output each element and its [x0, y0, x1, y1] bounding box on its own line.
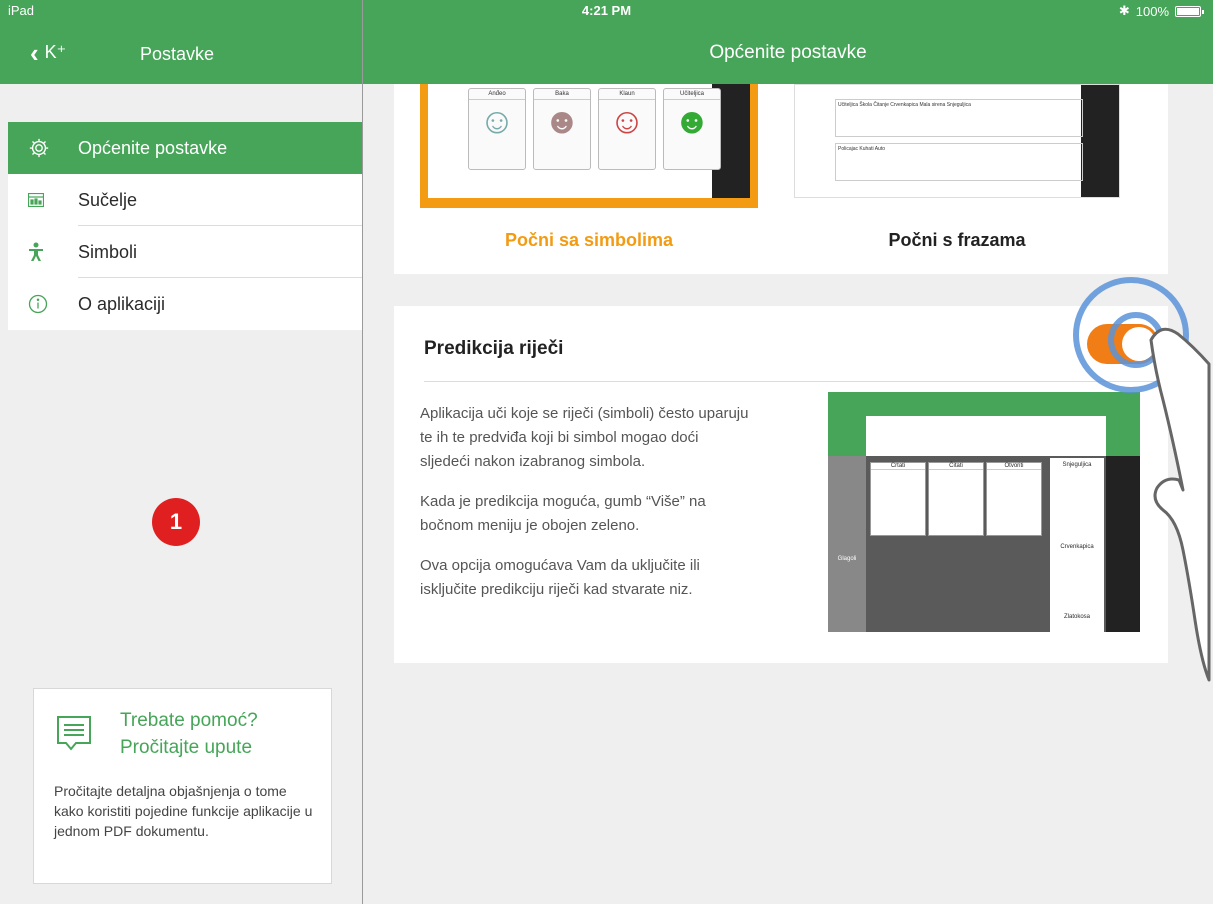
back-button[interactable]: ‹ K⁺: [30, 37, 67, 68]
angel-symbol: ☺: [478, 100, 516, 141]
sidebar-item-label: Sučelje: [78, 189, 138, 210]
sidebar-nav-bar: ‹ K⁺ Postavke: [0, 22, 362, 84]
sidebar-item-symbols[interactable]: Simboli: [8, 226, 362, 278]
pointing-hand-icon: [1149, 327, 1211, 682]
screenshot-cell: Čitati: [928, 462, 984, 536]
phrase-word: Kuhati: [859, 146, 874, 152]
battery-indicator: ✱ 100%: [1118, 3, 1204, 19]
help-title[interactable]: Trebate pomoć? Pročitajte upute: [120, 707, 300, 761]
start-with-phrases-label[interactable]: Počni s frazama: [794, 230, 1120, 251]
symbol-cell-label: Učiteljica: [664, 89, 720, 100]
phrase-word: Snjeguljica: [946, 102, 971, 108]
phrase-word: Auto: [874, 146, 886, 152]
word-prediction-title: Predikcija riječi: [424, 338, 564, 359]
phrase-word: Čitanje: [873, 102, 889, 108]
sidebar: Općenite postavke Sučelje Simboli O apli…: [0, 84, 362, 904]
word-prediction-card: Predikcija riječi Aplikacija uči koje se…: [394, 306, 1168, 663]
symbol-cell: Anđeo ☺: [468, 88, 526, 170]
screenshot-cell-label: Čitati: [929, 463, 983, 470]
battery-icon: [1175, 5, 1204, 17]
screenshot-side-menu: [1106, 456, 1140, 632]
phrase-word: Policajac: [838, 146, 859, 152]
sidebar-item-interface[interactable]: Sučelje: [8, 174, 362, 226]
phrase-word: Crvenkapica: [890, 102, 919, 108]
grandma-symbol: ☻: [543, 100, 581, 141]
bluetooth-icon: ✱: [1118, 3, 1130, 18]
description-paragraph: Kada je predikcija moguća, gumb “Više” n…: [420, 493, 706, 534]
symbol-cell: Učiteljica ☻: [663, 88, 721, 170]
battery-percent: 100%: [1135, 3, 1169, 19]
sidebar-item-label: Simboli: [78, 241, 138, 262]
symbol-cell-label: Klaun: [599, 89, 655, 100]
sidebar-item-about[interactable]: O aplikaciji: [8, 278, 362, 330]
interface-icon: [28, 193, 68, 207]
screenshot-cell: Otvoriti: [986, 462, 1042, 536]
phrase-word: Škola: [859, 102, 872, 108]
sidebar-item-label: O aplikaciji: [78, 293, 166, 314]
teacher-symbol: ☻: [673, 100, 711, 141]
start-with-symbols-option[interactable]: Anđeo ☺ Baka ☻ Klaun ☺ Učiteljica ☻: [420, 84, 758, 208]
status-bar: iPad 4:21 PM ✱ 100%: [0, 0, 1213, 22]
sidebar-menu: Općenite postavke Sučelje Simboli O apli…: [8, 122, 362, 330]
back-label: K⁺: [44, 42, 67, 62]
screenshot-phrase-bar: [828, 416, 1140, 456]
symbol-cell: Klaun ☺: [598, 88, 656, 170]
screenshot-word: Zlatokosa: [1063, 614, 1090, 620]
main-content: Anđeo ☺ Baka ☻ Klaun ☺ Učiteljica ☻ Učit…: [363, 84, 1213, 904]
divider: [424, 381, 1168, 382]
phrase-row-1: Učiteljica Škola Čitanje Crvenkapica Mal…: [835, 99, 1083, 137]
info-icon: [28, 294, 68, 314]
screenshot-cell: Crtati: [870, 462, 926, 536]
screenshot-cell-label: Crtati: [871, 463, 925, 470]
start-with-phrases-option[interactable]: Učiteljica Škola Čitanje Crvenkapica Mal…: [794, 84, 1120, 198]
help-body: Pročitajte detaljna objašnjenja o tome k…: [54, 783, 313, 839]
start-with-symbols-label[interactable]: Počni sa simbolima: [420, 230, 758, 251]
screenshot-header: [828, 392, 1140, 416]
screenshot-category-label: Glagoli: [837, 556, 857, 562]
screenshot-phrase-button: [828, 416, 866, 456]
screenshot-cell-label: Otvoriti: [987, 463, 1041, 470]
step-badge: 1: [152, 498, 200, 546]
sidebar-item-general[interactable]: Općenite postavke: [8, 122, 362, 174]
description-paragraph: Ova opcija omogućava Vam da uključite il…: [420, 557, 700, 598]
screenshot-prediction-column: Snjeguljica Crvenkapica Zlatokosa: [1050, 458, 1104, 632]
page-title: Općenite postavke: [709, 42, 867, 63]
description-paragraph: Aplikacija uči koje se riječi (simboli) …: [420, 405, 749, 470]
prediction-example-screenshot: Glagoli Crtati Čitati Otvoriti Snjegulji…: [828, 392, 1140, 632]
preview-side-bar: [1081, 85, 1119, 197]
sidebar-item-label: Općenite postavke: [78, 137, 228, 158]
gear-icon: [28, 137, 68, 159]
start-mode-card: Anđeo ☺ Baka ☻ Klaun ☺ Učiteljica ☻ Učit…: [394, 84, 1168, 274]
symbol-cell: Baka ☻: [533, 88, 591, 170]
screenshot-word: Crvenkapica: [1060, 544, 1094, 550]
symbol-person-icon: [28, 242, 68, 262]
chevron-left-icon: ‹: [30, 37, 39, 68]
symbol-cell-label: Baka: [534, 89, 590, 100]
document-speech-icon: [54, 713, 94, 758]
word-prediction-description: Aplikacija uči koje se riječi (simboli) …: [420, 402, 750, 618]
symbols-preview: Anđeo ☺ Baka ☻ Klaun ☺ Učiteljica ☻: [428, 84, 750, 198]
phrase-row-2: Policajac Kuhati Auto: [835, 143, 1083, 181]
screenshot-category-bar: Glagoli: [828, 456, 866, 632]
clock: 4:21 PM: [581, 3, 632, 18]
top-bar: iPad 4:21 PM ✱ 100% ‹ K⁺ Postavke Općeni…: [0, 0, 1213, 84]
phrase-word: Mala sirena: [919, 102, 946, 108]
sidebar-title: Postavke: [140, 44, 215, 64]
symbol-cell-label: Anđeo: [469, 89, 525, 100]
screenshot-speak-button: [1106, 416, 1140, 456]
clown-symbol: ☺: [608, 100, 646, 141]
screenshot-word: Snjeguljica: [1062, 462, 1092, 468]
help-card[interactable]: Trebate pomoć? Pročitajte upute Pročitaj…: [33, 688, 332, 884]
phrase-word: Učiteljica: [838, 102, 859, 108]
